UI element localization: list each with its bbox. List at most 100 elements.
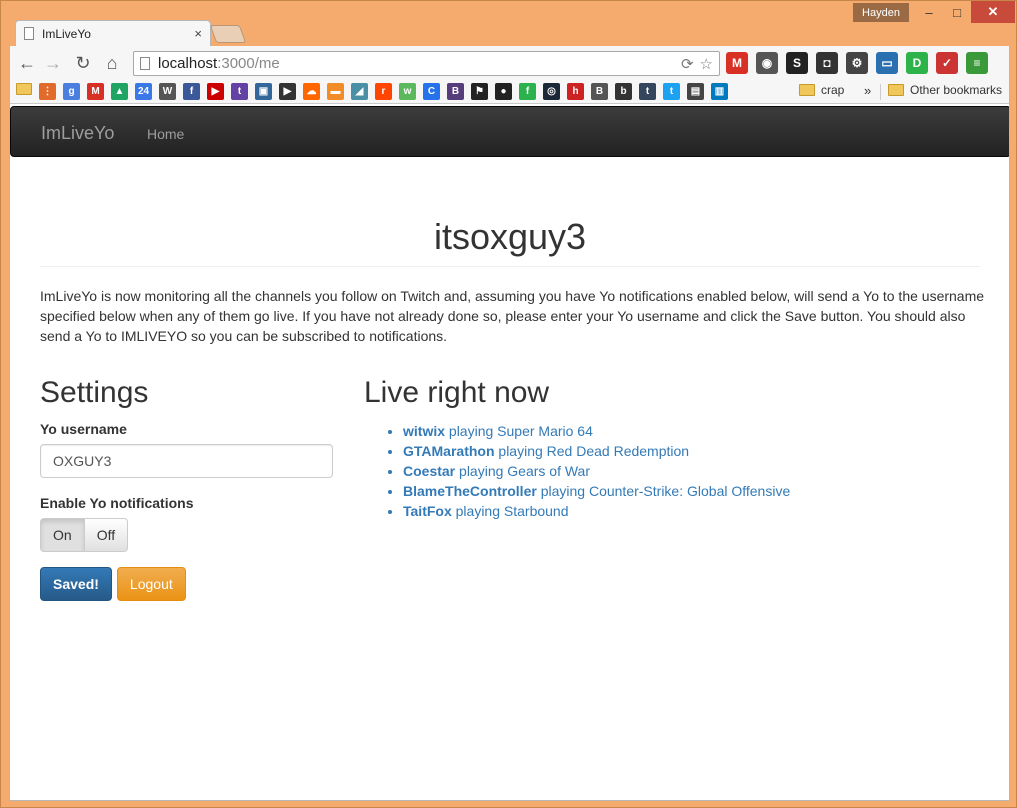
home-icon[interactable]: ⌂ — [101, 52, 123, 74]
folder-icon[interactable] — [16, 83, 32, 95]
yo-username-input[interactable] — [40, 444, 333, 478]
audio-icon[interactable]: ▬ — [327, 83, 344, 100]
facebook-icon[interactable]: f — [183, 83, 200, 100]
bitcoin-icon[interactable]: B — [591, 83, 608, 100]
channel-activity-link[interactable]: playing Red Dead Redemption — [495, 443, 689, 459]
other-bookmarks-label: Other bookmarks — [910, 83, 1003, 97]
nav-home-link[interactable]: Home — [147, 126, 184, 142]
github-icon[interactable]: ● — [495, 83, 512, 100]
browser-toolbar: ← → ↻ ⌂ localhost:3000/me ⟳ ☆ M ◉ S ◘ ⚙ ▭ D ✓ ≡ — [9, 46, 1010, 80]
live-channel-item[interactable]: witwix playing Super Mario 64 — [403, 421, 790, 441]
close-window-button[interactable]: ✕ — [971, 1, 1015, 23]
live-channel-item[interactable]: BlameTheController playing Counter-Strik… — [403, 481, 790, 501]
toggle-on-button[interactable]: On — [40, 518, 85, 552]
gear-icon[interactable]: ⚙ — [846, 52, 868, 74]
live-channel-list: witwix playing Super Mario 64GTAMarathon… — [403, 421, 790, 521]
drive-icon[interactable]: ▲ — [111, 83, 128, 100]
paper-icon[interactable]: ◢ — [351, 83, 368, 100]
soundcloud-icon[interactable]: ☁ — [303, 83, 320, 100]
bookmark-icons: ⋮ g M ▲ 24 Wf ▶ t ▣ ▶ ☁ ▬ ◢ r w C B ⚑ ● f ◎ h Bb t t ▤ ▥ — [16, 83, 728, 100]
bookmark-folder-crap[interactable]: crap — [799, 83, 844, 97]
trello-icon[interactable]: ▥ — [711, 83, 728, 100]
feedly-icon[interactable]: f — [519, 83, 536, 100]
page-info-icon[interactable] — [140, 57, 150, 70]
live-heading: Live right now — [364, 376, 550, 409]
reload-icon[interactable]: ↻ — [72, 52, 94, 74]
menu-icon[interactable]: ≡ — [966, 52, 988, 74]
search-engine-icon[interactable]: ⟳ — [681, 55, 694, 73]
url-path: :3000/me — [217, 55, 280, 72]
title-divider — [40, 266, 980, 267]
star-icon[interactable]: ☆ — [700, 55, 713, 73]
google-icon[interactable]: g — [63, 83, 80, 100]
disconnect-icon[interactable]: D — [906, 52, 928, 74]
tv-icon[interactable]: ▣ — [255, 83, 272, 100]
stylish-icon[interactable]: S — [786, 52, 808, 74]
steam-icon[interactable]: ◎ — [543, 83, 560, 100]
w3-icon[interactable]: w — [399, 83, 416, 100]
channel-name-link[interactable]: TaitFox — [403, 503, 452, 519]
navbar-brand[interactable]: ImLiveYo — [41, 123, 114, 144]
settings-heading: Settings — [40, 376, 149, 409]
flag-icon[interactable]: ⚑ — [471, 83, 488, 100]
more-bookmarks-chevron-icon[interactable]: » — [864, 83, 871, 98]
bookmarks-bar: ⋮ g M ▲ 24 Wf ▶ t ▣ ▶ ☁ ▬ ◢ r w C B ⚑ ● f ◎ h Bb t t ▤ ▥ crap » Ot… — [9, 80, 1010, 104]
save-button[interactable]: Saved! — [40, 567, 112, 601]
live-channel-item[interactable]: TaitFox playing Starbound — [403, 501, 790, 521]
bookmarks-divider — [880, 84, 881, 100]
notifications-toggle: On Off — [40, 518, 129, 552]
apps-icon[interactable]: ⋮ — [39, 83, 56, 100]
browser-tab[interactable]: ImLiveYo × — [15, 20, 211, 46]
intro-text: ImLiveYo is now monitoring all the chann… — [40, 288, 985, 344]
live-channel-item[interactable]: GTAMarathon playing Red Dead Redemption — [403, 441, 790, 461]
channel-activity-link[interactable]: playing Counter-Strike: Global Offensive — [537, 483, 791, 499]
page-icon — [24, 27, 34, 40]
imdb-icon[interactable]: ▤ — [687, 83, 704, 100]
twitch-icon[interactable]: t — [231, 83, 248, 100]
tracker-icon[interactable]: ✓ — [936, 52, 958, 74]
notifications-label: Enable Yo notifications — [40, 495, 194, 511]
screen-icon[interactable]: ▭ — [876, 52, 898, 74]
maximize-button[interactable]: □ — [943, 1, 971, 23]
bookmark-folder-label: crap — [821, 83, 845, 97]
minimize-button[interactable]: – — [915, 1, 943, 23]
calendar-icon[interactable]: 24 — [135, 83, 152, 100]
live-channel-item[interactable]: Coestar playing Gears of War — [403, 461, 790, 481]
channel-activity-link[interactable]: playing Starbound — [452, 503, 569, 519]
wikipedia-icon[interactable]: W — [159, 83, 176, 100]
logout-button[interactable]: Logout — [116, 567, 186, 601]
youtube-icon[interactable]: ▶ — [207, 83, 224, 100]
reddit-icon[interactable]: r — [375, 83, 392, 100]
channel-name-link[interactable]: BlameTheController — [403, 483, 537, 499]
tab-close-icon[interactable]: × — [194, 26, 202, 41]
other-bookmarks[interactable]: Other bookmarks — [888, 83, 1002, 97]
site-navbar: ImLiveYo Home — [10, 106, 1009, 157]
coin-icon[interactable]: b — [615, 83, 632, 100]
profile-badge[interactable]: Hayden — [853, 3, 909, 22]
address-bar[interactable]: localhost:3000/me ⟳ ☆ — [133, 51, 720, 76]
page-viewport: ImLiveYo Home itsoxguy3 ImLiveYo is now … — [9, 104, 1010, 801]
tab-title: ImLiveYo — [42, 26, 91, 41]
play-icon[interactable]: ▶ — [279, 83, 296, 100]
bootstrap-icon[interactable]: B — [447, 83, 464, 100]
page-title: itsoxguy3 — [433, 216, 587, 257]
gmail-bookmark-icon[interactable]: M — [87, 83, 104, 100]
folder-icon — [799, 84, 815, 96]
folder-icon — [888, 84, 904, 96]
channel-name-link[interactable]: GTAMarathon — [403, 443, 495, 459]
channel-activity-link[interactable]: playing Super Mario 64 — [445, 423, 593, 439]
moon-icon[interactable]: C — [423, 83, 440, 100]
pinterest-icon[interactable]: ◘ — [816, 52, 838, 74]
twitter-icon[interactable]: t — [663, 83, 680, 100]
channel-activity-link[interactable]: playing Gears of War — [455, 463, 590, 479]
camera-icon[interactable]: ◉ — [756, 52, 778, 74]
tumblr-icon[interactable]: t — [639, 83, 656, 100]
forward-icon[interactable]: → — [42, 52, 64, 74]
h-icon[interactable]: h — [567, 83, 584, 100]
channel-name-link[interactable]: Coestar — [403, 463, 455, 479]
new-tab-button[interactable] — [209, 25, 247, 43]
gmail-icon[interactable]: M — [726, 52, 748, 74]
channel-name-link[interactable]: witwix — [403, 423, 445, 439]
back-icon[interactable]: ← — [16, 52, 38, 74]
toggle-off-button[interactable]: Off — [84, 518, 129, 552]
